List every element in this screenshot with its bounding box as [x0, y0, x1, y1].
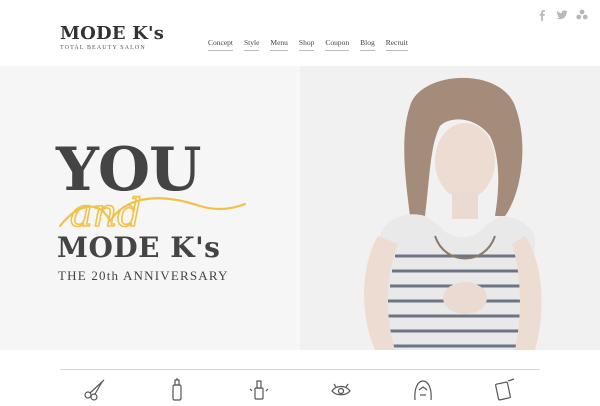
nav-recruit[interactable]: Recruit: [385, 38, 408, 51]
logo[interactable]: MODE K's TOTAL BEAUTY SALON: [60, 23, 165, 52]
nav-shop[interactable]: Shop: [298, 38, 315, 51]
hero-word-modeks: MODE K's: [57, 231, 221, 264]
bottle-icon[interactable]: [164, 376, 190, 402]
nav-style[interactable]: Style: [244, 38, 260, 51]
nav-coupon[interactable]: Coupon: [325, 38, 350, 51]
hero-anniversary: THE 20th ANNIVERSARY: [58, 268, 229, 283]
site-header: MODE K's TOTAL BEAUTY SALON Concept Styl…: [0, 0, 600, 66]
hero-and-text: and: [70, 191, 141, 235]
twitter-icon[interactable]: [556, 6, 568, 20]
nail-polish-icon[interactable]: [246, 376, 272, 402]
scissors-icon[interactable]: [82, 376, 108, 402]
service-icons: [60, 372, 540, 402]
share-icon[interactable]: [576, 6, 588, 20]
nav-menu[interactable]: Menu: [270, 38, 288, 51]
face-icon[interactable]: [410, 376, 436, 402]
logo-tagline: TOTAL BEAUTY SALON: [60, 45, 146, 51]
social-links: [536, 6, 588, 21]
section-divider: [60, 369, 540, 370]
eye-makeup-icon[interactable]: [328, 376, 354, 402]
logo-main: MODE K's: [60, 23, 165, 44]
nav-concept[interactable]: Concept: [208, 38, 233, 51]
hero-photo: [300, 66, 600, 350]
mirror-icon[interactable]: [492, 376, 518, 402]
nav-blog[interactable]: Blog: [360, 38, 375, 51]
facebook-icon[interactable]: [536, 6, 548, 21]
main-nav: Concept Style Menu Shop Coupon Blog Recr…: [208, 38, 419, 51]
